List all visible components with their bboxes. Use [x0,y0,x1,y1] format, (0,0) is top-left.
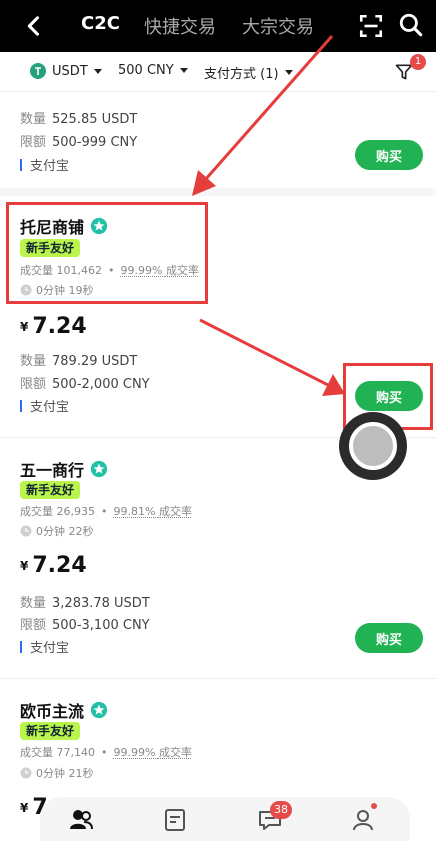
verified-badge-icon [90,701,108,719]
arrow-line [199,318,331,388]
qty-row: 数量 789.29 USDT [20,350,137,369]
currency-symbol: ¥ [20,801,29,815]
completion-rate: 99.99% 成交率 [114,746,192,759]
limit-row: 限额 500-2,000 CNY [20,373,150,392]
buy-button[interactable]: 购买 [355,140,423,170]
merchant-name[interactable]: 欧币主流 [20,698,108,722]
scan-icon[interactable] [358,13,384,39]
qty-value: 3,283.78 USDT [52,596,150,611]
limit-label: 限额 [20,135,47,150]
limit-value: 500-3,100 CNY [52,618,150,633]
merchant-name[interactable]: 五一商行 [20,457,108,481]
limit-row: 限额 500-999 CNY [20,131,137,150]
tab-bulk-trade[interactable]: 大宗交易 [242,13,314,39]
filter-bar: USDT 500 CNY 支付方式 (1) 1 [0,52,436,92]
volume-label: 成交量 [20,505,53,518]
merchant-name-text: 五一商行 [20,461,85,480]
tab-c2c[interactable]: C2C [81,13,120,34]
qty-value: 789.29 USDT [52,354,138,369]
profile-nav-icon[interactable] [350,807,376,833]
assistive-touch-button[interactable] [339,412,407,480]
asset-label: USDT [52,63,88,79]
newbie-friendly-tag: 新手友好 [20,722,81,740]
currency-symbol: ¥ [20,320,29,334]
price-value: 7.24 [32,314,87,339]
amount-filter[interactable]: 500 CNY [118,63,188,78]
orders-nav-icon[interactable] [162,807,188,833]
limit-value: 500-999 CNY [52,135,138,150]
arrow-head [322,374,345,396]
avg-release-time: 0分钟 21秒 [20,765,94,781]
volume-value: 26,935 [56,505,96,518]
price-value: 7.24 [32,553,87,578]
time-value: 0分钟 22秒 [36,525,94,538]
time-value: 0分钟 21秒 [36,767,94,780]
amount-label: 500 CNY [118,63,174,78]
merchant-stats: 成交量 26,935 • 99.81% 成交率 [20,505,192,518]
payment-method: 支付宝 [20,637,69,656]
profile-notification-dot [371,803,377,809]
filter-count-badge: 1 [410,54,426,70]
price: ¥7.24 [20,314,87,339]
payment-label: 支付方式 (1) [204,67,279,82]
clock-icon [20,767,32,779]
limit-label: 限额 [20,377,47,392]
currency-symbol: ¥ [20,559,29,573]
rate-label: 成交率 [158,505,192,518]
usdt-icon [30,63,46,79]
section-divider [0,188,436,196]
rate-label: 成交率 [158,746,192,759]
c2c-nav-icon[interactable] [68,807,94,833]
asset-filter[interactable]: USDT [30,63,102,79]
qty-label: 数量 [20,596,47,611]
payment-method: 支付宝 [20,396,69,415]
newbie-friendly-tag: 新手友好 [20,481,81,499]
qty-label: 数量 [20,112,47,127]
volume-label: 成交量 [20,746,53,759]
merchant-name-text: 欧币主流 [20,702,85,721]
chevron-down-icon [284,70,293,75]
rate-value: 99.99% [113,746,156,759]
verified-badge-icon [90,460,108,478]
search-icon[interactable] [398,12,424,38]
merchant-stats: 成交量 77,140 • 99.99% 成交率 [20,746,192,759]
section-divider [0,678,436,679]
qty-label: 数量 [20,354,47,369]
limit-label: 限额 [20,618,47,633]
back-arrow-icon[interactable] [20,12,48,40]
avg-release-time: 0分钟 22秒 [20,523,94,539]
chevron-down-icon [93,68,102,74]
buy-button[interactable]: 购买 [355,623,423,653]
qty-row: 数量 525.85 USDT [20,108,137,127]
rate-value: 99.81% [113,505,156,518]
chevron-down-icon [179,68,188,73]
bottom-nav: 38 [40,797,410,841]
payment-filter[interactable]: 支付方式 (1) [204,63,293,82]
limit-row: 限额 500-3,100 CNY [20,614,150,633]
payment-method: 支付宝 [20,155,69,174]
assistive-touch-ring [349,422,397,470]
volume-value: 77,140 [56,746,96,759]
messages-badge: 38 [270,801,292,819]
tab-quick-trade[interactable]: 快捷交易 [144,13,216,39]
price: ¥7.24 [20,553,87,578]
clock-icon [20,525,32,537]
limit-value: 500-2,000 CNY [52,377,150,392]
top-bar: C2C 快捷交易 大宗交易 [0,0,436,52]
qty-value: 525.85 USDT [52,112,138,127]
highlight-box-merchant [6,202,208,304]
qty-row: 数量 3,283.78 USDT [20,592,150,611]
completion-rate: 99.81% 成交率 [114,505,192,518]
